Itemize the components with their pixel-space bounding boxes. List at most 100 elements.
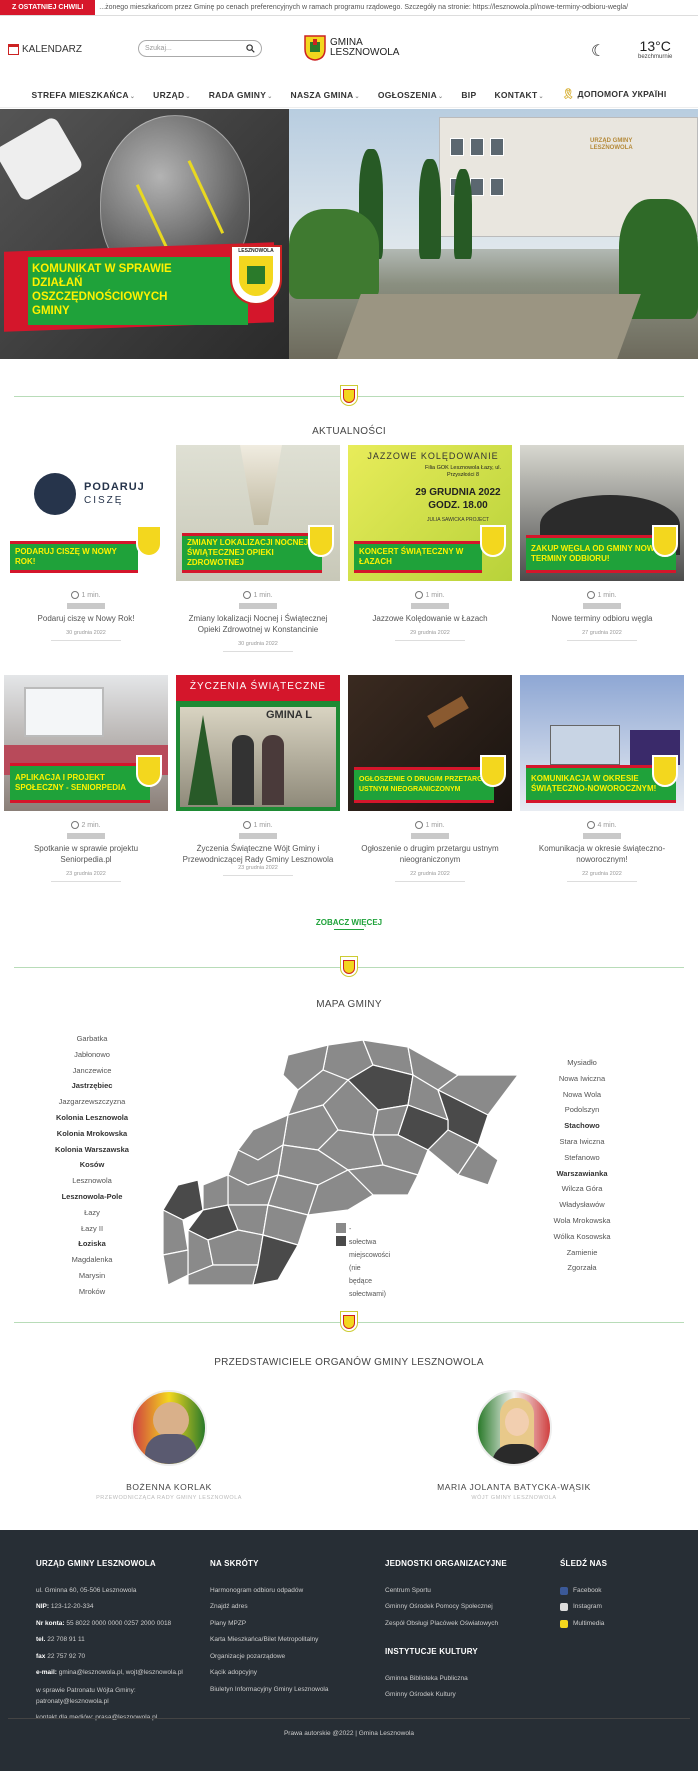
nav-item-bip[interactable]: BIP (452, 90, 485, 100)
news-card[interactable]: ZMIANY LOKALIZACJI NOCNEJ I ŚWIĄTECZNEJ … (176, 445, 340, 652)
footer-unit-link[interactable]: Zespół Obsługi Placówek Oświatowych (385, 1616, 535, 1633)
category-badge (67, 603, 105, 609)
village-link[interactable]: Jastrzębiec (40, 1078, 144, 1094)
search-placeholder: Szukaj... (145, 45, 172, 52)
news-title[interactable]: Życzenia Świąteczne Wójt Gminy i Przewod… (176, 843, 340, 865)
village-link[interactable]: Mroków (40, 1284, 144, 1300)
news-card[interactable]: ZAKUP WĘGLA OD GMINY NOWE TERMINY ODBIOR… (520, 445, 684, 641)
see-more-link[interactable]: ZOBACZ WIĘCEJ (0, 918, 698, 930)
map-region[interactable] (202, 1174, 229, 1211)
clock-icon (587, 821, 596, 829)
search-icon[interactable] (246, 44, 255, 53)
village-link[interactable]: Łazy (40, 1205, 144, 1221)
village-link[interactable]: Łazy II (40, 1221, 144, 1237)
village-link[interactable]: Zgorzała (530, 1260, 634, 1276)
news-title[interactable]: Spotkanie w sprawie projektu Seniorpedia… (4, 843, 168, 865)
ticker-text[interactable]: ...żonego mieszkańcom przez Gminę po cen… (95, 4, 628, 11)
village-link[interactable]: Stefanowo (530, 1150, 634, 1166)
social-link[interactable]: Facebook (560, 1583, 680, 1600)
village-link[interactable]: Lesznowola (40, 1173, 144, 1189)
hero-slider[interactable]: KOMUNIKAT W SPRAWIE DZIAŁAŃ OSZCZĘDNOŚCI… (0, 109, 698, 359)
news-card[interactable]: PODARUJ CISZĘ PODARUJ CISZĘ W NOWY ROK! … (4, 445, 168, 641)
news-card[interactable]: JAZZOWE KOLĘDOWANIE Filia GOK Lesznowola… (348, 445, 512, 641)
footer-unit-link[interactable]: Gminny Ośrodek Pomocy Społecznej (385, 1599, 535, 1616)
village-link[interactable]: Kosów (40, 1157, 144, 1173)
nav-item-rada[interactable]: RADA GMINY⌄ (200, 90, 282, 100)
footer-shortcut-link[interactable]: Plany MPZP (210, 1616, 360, 1633)
news-title[interactable]: Nowe terminy odbioru węgla (520, 613, 684, 624)
map-region[interactable] (162, 1249, 189, 1286)
footer-shortcut-link[interactable]: Karta Mieszkańca/Bilet Metropolitalny (210, 1632, 360, 1649)
nav-item-strefa[interactable]: STREFA MIESZKAŃCA⌄ (22, 90, 144, 100)
village-link[interactable]: Mysiadło (530, 1055, 634, 1071)
village-link[interactable]: Zamienie (530, 1245, 634, 1261)
clock-icon (587, 591, 596, 599)
village-link[interactable]: Jazgarzewszczyzna (40, 1094, 144, 1110)
copyright: Prawa autorskie @2022 | Gmina Lesznowola (283, 1730, 415, 1737)
news-card[interactable]: OGŁOSZENIE O DRUGIM PRZETARGU USTNYM NIE… (348, 675, 512, 882)
village-link[interactable]: Wólka Kosowska (530, 1229, 634, 1245)
official-card[interactable]: BOŻENNA KORLAK PRZEWODNICZĄCA RADY GMINY… (49, 1390, 289, 1501)
village-link[interactable]: Lesznowola-Pole (40, 1189, 144, 1205)
village-link[interactable]: Stara Iwiczna (530, 1134, 634, 1150)
nav-item-kontakt[interactable]: KONTAKT⌄ (485, 90, 552, 100)
footer-culture-link[interactable]: Gminny Ośrodek Kultury (385, 1687, 535, 1704)
crest-icon (136, 755, 162, 787)
calendar-link[interactable]: KALENDARZ (8, 44, 82, 55)
village-link[interactable]: Wilcza Góra (530, 1181, 634, 1197)
village-link[interactable]: Wola Mrokowska (530, 1213, 634, 1229)
news-title[interactable]: Komunikacja w okresie świąteczno-noworoc… (520, 843, 684, 865)
village-link[interactable]: Nowa Iwiczna (530, 1071, 634, 1087)
village-link[interactable]: Marysin (40, 1268, 144, 1284)
village-link[interactable]: Łoziska (40, 1236, 144, 1252)
news-title[interactable]: Podaruj ciszę w Nowy Rok! (4, 613, 168, 624)
village-link[interactable]: Kolonia Warszawska (40, 1142, 144, 1158)
news-title[interactable]: Zmiany lokalizacji Nocnej i Świątecznej … (176, 613, 340, 635)
news-date: 22 grudnia 2022 (348, 871, 512, 882)
official-card[interactable]: MARIA JOLANTA BATYCKA-WĄSIK WÓJT GMINY L… (394, 1390, 634, 1501)
crest-icon (340, 956, 358, 977)
footer-culture-link[interactable]: Gminna Biblioteka Publiczna (385, 1671, 535, 1688)
village-link[interactable]: Kolonia Lesznowola (40, 1110, 144, 1126)
site-logo[interactable]: GMINA LESZNOWOLA (304, 35, 399, 61)
footer-shortcut-link[interactable]: Biuletyn Informacyjny Gminy Lesznowola (210, 1682, 360, 1699)
search-input[interactable]: Szukaj... (138, 40, 262, 57)
village-link[interactable]: Jabłonowo (40, 1047, 144, 1063)
village-link[interactable]: Magdalenka (40, 1252, 144, 1268)
ticker-label: Z OSTATNIEJ CHWILI (0, 0, 96, 15)
patronage-email-link[interactable]: patronaty@lesznowola.pl (36, 1696, 206, 1708)
municipality-map[interactable] (158, 1035, 520, 1290)
dark-mode-toggle-moon-icon[interactable]: ☾ (591, 41, 605, 61)
avatar (131, 1390, 207, 1466)
village-link[interactable]: Stachowo (530, 1118, 634, 1134)
footer-shortcut-link[interactable]: Kącik adopcyjny (210, 1665, 360, 1682)
email-link[interactable]: gmina@lesznowola.pl, wojt@lesznowola.pl (59, 1669, 183, 1676)
hero-slide-right[interactable]: URZĄD GMINY LESZNOWOLA (289, 109, 698, 359)
social-link[interactable]: Multimedia (560, 1616, 680, 1633)
village-link[interactable]: Janczewice (40, 1063, 144, 1079)
news-card[interactable]: APLIKACJA I PROJEKT SPOŁECZNY - SENIORPE… (4, 675, 168, 882)
news-title[interactable]: Ogłoszenie o drugim przetargu ustnym nie… (348, 843, 512, 865)
village-link[interactable]: Podolszyn (530, 1102, 634, 1118)
facebook-icon (560, 1586, 568, 1595)
village-link[interactable]: Garbatka (40, 1031, 144, 1047)
village-link[interactable]: Nowa Wola (530, 1087, 634, 1103)
crest-icon (308, 525, 334, 557)
social-link[interactable]: Instagram (560, 1599, 680, 1616)
village-link[interactable]: Warszawianka (530, 1166, 634, 1182)
official-role: PRZEWODNICZĄCA RADY GMINY LESZNOWOLA (96, 1495, 242, 1501)
nav-item-ogloszenia[interactable]: OGŁOSZENIA⌄ (369, 90, 453, 100)
footer-shortcut-link[interactable]: Znajdź adres (210, 1599, 360, 1616)
village-link[interactable]: Władysławów (530, 1197, 634, 1213)
news-title[interactable]: Jazzowe Kolędowanie w Łazach (348, 613, 512, 624)
footer-shortcut-link[interactable]: Organizacje pozarządowe (210, 1649, 360, 1666)
nav-item-nasza-gmina[interactable]: NASZA GMINA⌄ (282, 90, 369, 100)
footer-shortcut-link[interactable]: Harmonogram odbioru odpadów (210, 1583, 360, 1600)
village-link[interactable]: Kolonia Mrokowska (40, 1126, 144, 1142)
footer-unit-link[interactable]: Centrum Sportu (385, 1583, 535, 1600)
news-card[interactable]: KOMUNIKACJA W OKRESIE ŚWIĄTECZNO-NOWOROC… (520, 675, 684, 882)
hero-slide-left[interactable]: KOMUNIKAT W SPRAWIE DZIAŁAŃ OSZCZĘDNOŚCI… (0, 109, 289, 359)
nav-item-ukraine[interactable]: 🎗 ДОПОМОГА УКРАЇНІ (553, 89, 676, 100)
nav-item-urzad[interactable]: URZĄD⌄ (144, 90, 200, 100)
news-card[interactable]: ŻYCZENIA ŚWIĄTECZNE GMINA L 1 min. Życze… (176, 675, 340, 876)
